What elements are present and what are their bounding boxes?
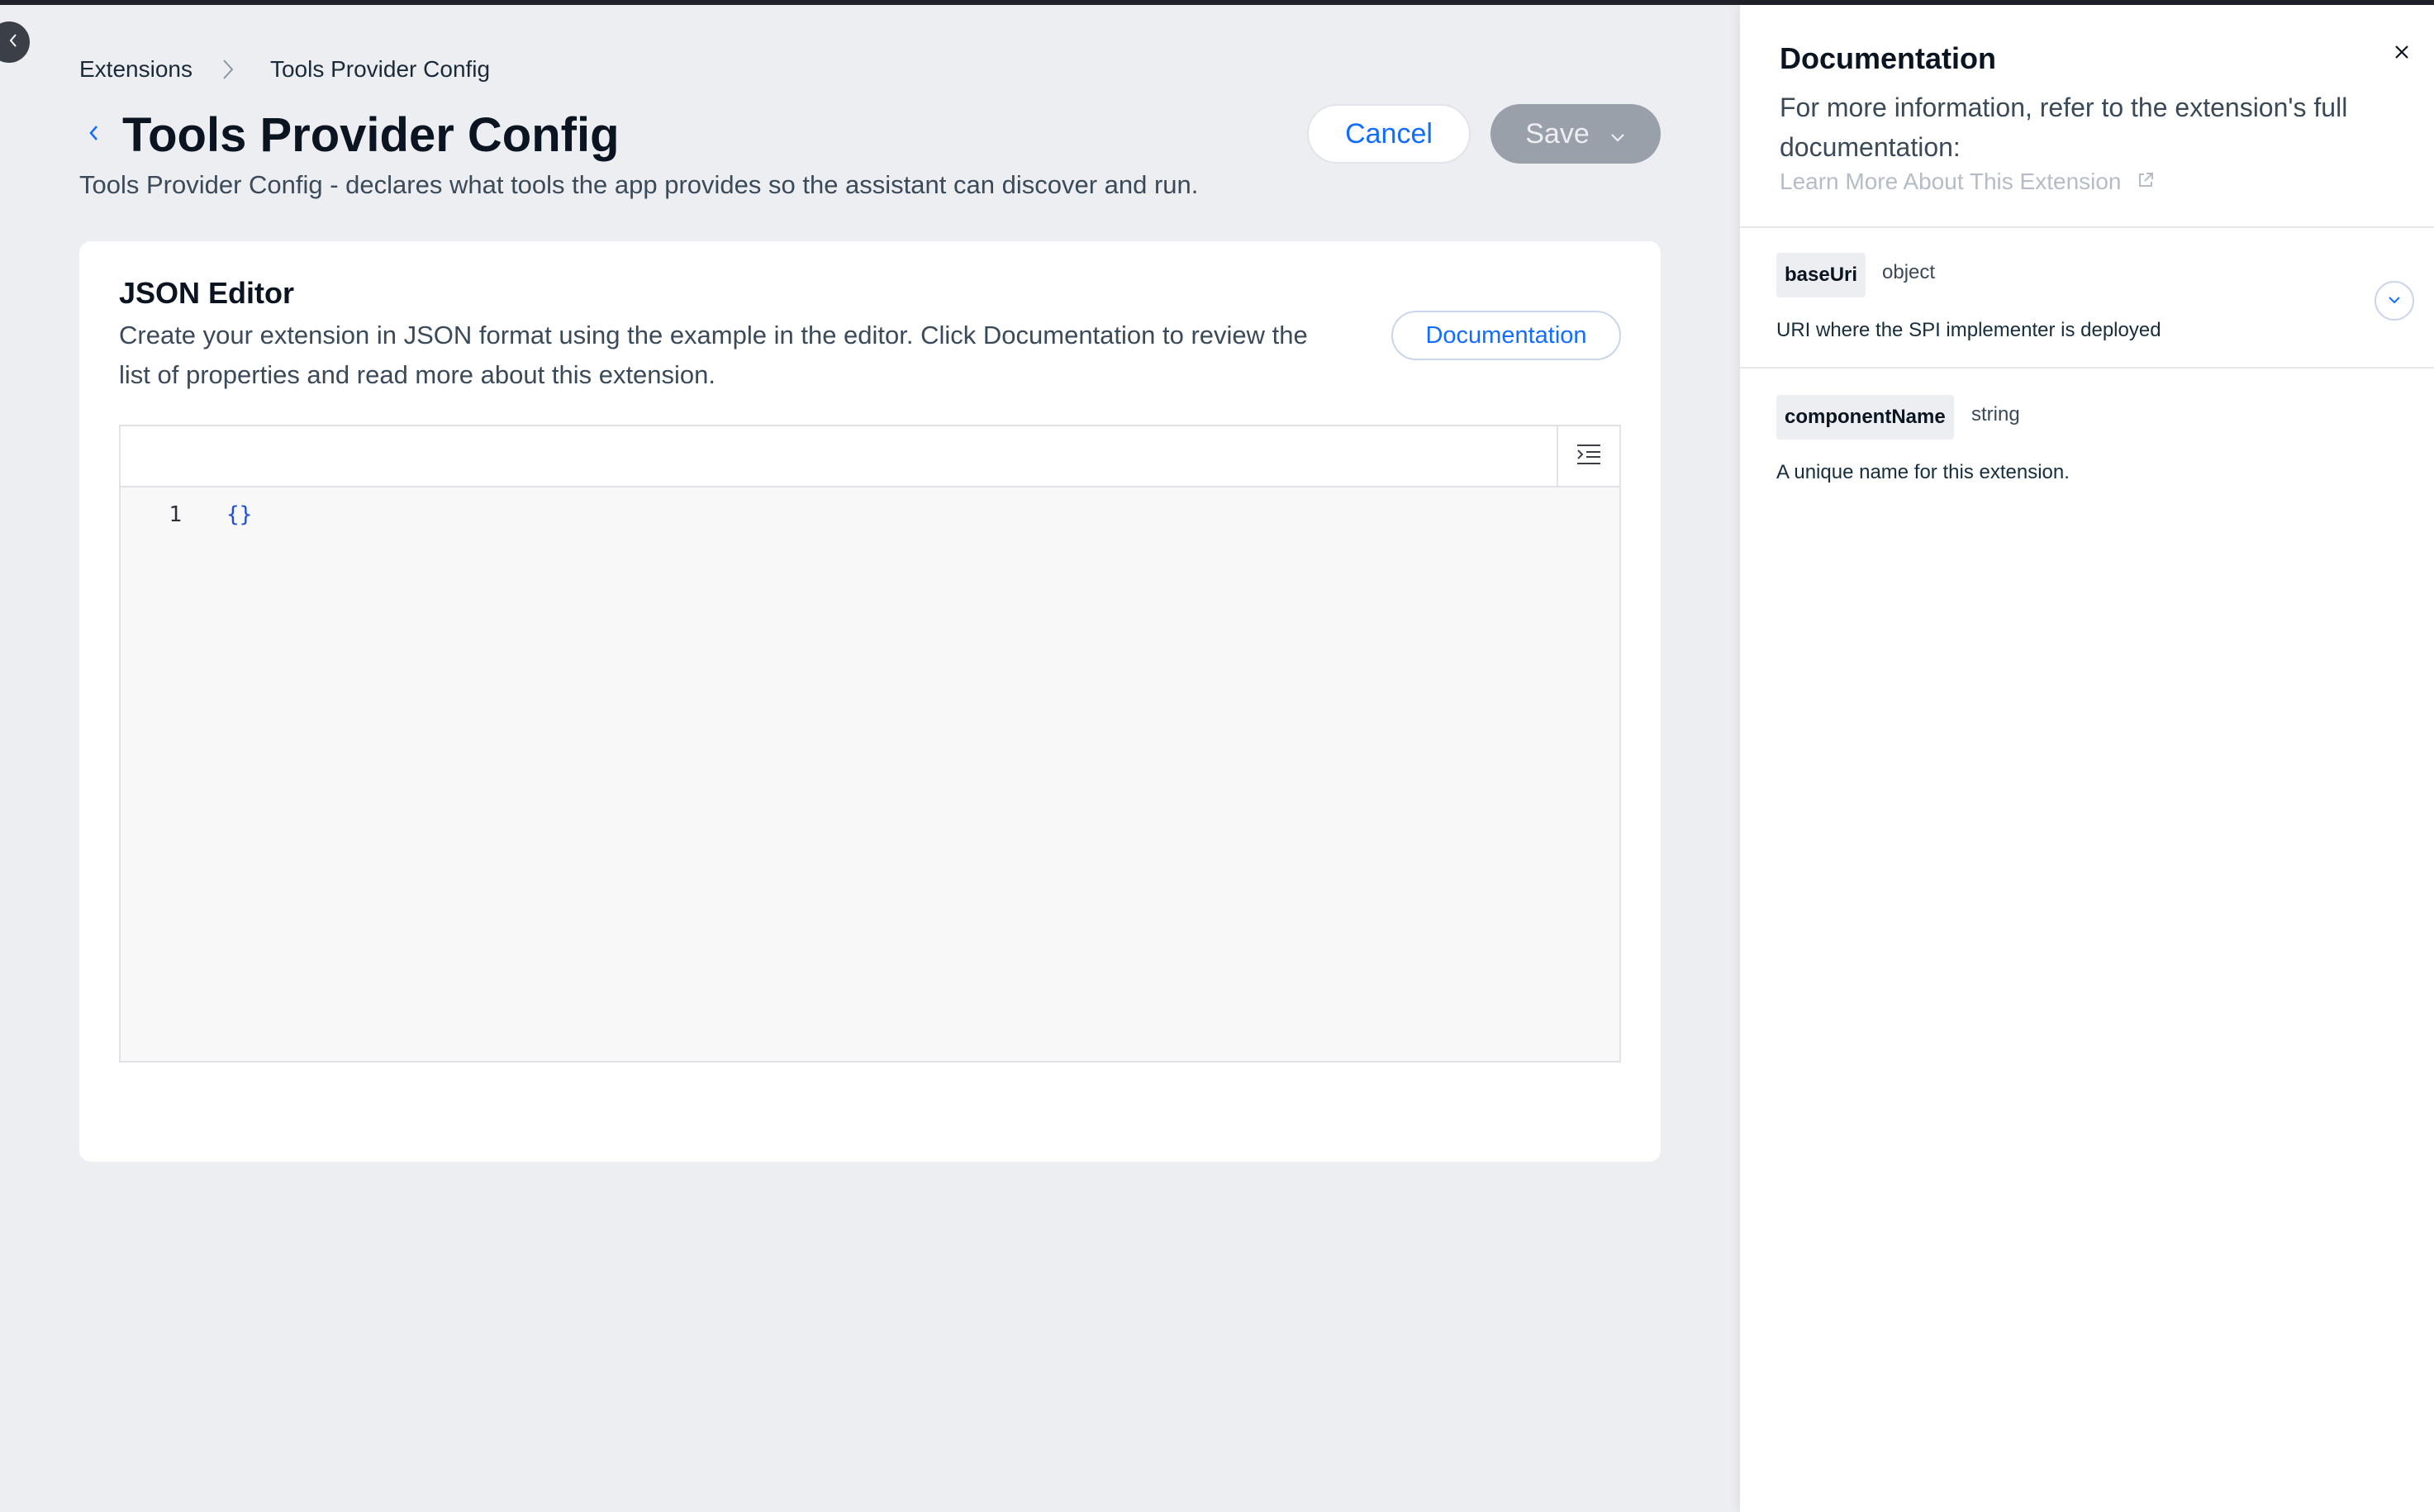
card-description: Create your extension in JSON format usi… [119, 321, 1308, 389]
breadcrumb-item-extensions[interactable]: Extensions [79, 56, 193, 83]
format-icon [1576, 442, 1602, 471]
save-button[interactable]: Save [1490, 104, 1661, 164]
panel-intro: For more information, refer to the exten… [1780, 93, 2348, 162]
panel-title: Documentation [1780, 41, 1997, 75]
back-chevron-icon[interactable] [84, 121, 102, 145]
chevron-left-icon [0, 32, 19, 53]
panel-divider [1740, 226, 2434, 228]
property-description: URI where the SPI implementer is deploye… [1776, 319, 2161, 341]
documentation-button-label: Documentation [1425, 321, 1587, 349]
learn-more-link[interactable]: Learn More About This Extension [1780, 169, 2155, 195]
external-link-icon [2137, 169, 2155, 195]
chevron-right-icon [222, 59, 234, 80]
breadcrumb: Extensions Tools Provider Config [79, 56, 490, 83]
cancel-button[interactable]: Cancel [1307, 104, 1471, 164]
main-content: Extensions Tools Provider Config Tools P… [0, 5, 1740, 1512]
panel-divider [1740, 367, 2434, 368]
expand-property-button[interactable] [2375, 281, 2414, 321]
learn-more-link-label: Learn More About This Extension [1780, 169, 2122, 194]
documentation-button[interactable]: Documentation [1391, 311, 1621, 360]
property-name: baseUri [1776, 253, 1866, 297]
page-subtitle: Tools Provider Config - declares what to… [79, 170, 1199, 199]
card-title: JSON Editor [119, 276, 295, 310]
property-name: componentName [1776, 395, 1954, 440]
page-title: Tools Provider Config [122, 108, 620, 162]
json-editor[interactable]: 1 {} [119, 425, 1621, 1063]
code-text: {} [226, 502, 253, 527]
line-number: 1 [169, 502, 182, 527]
save-button-label: Save [1525, 117, 1590, 150]
chevron-down-icon [1609, 118, 1626, 150]
code-line[interactable]: 1 {} [121, 502, 252, 527]
documentation-panel: Documentation For more information, refe… [1740, 5, 2434, 1512]
property-description: A unique name for this extension. [1776, 461, 2070, 483]
close-icon [2394, 45, 2409, 64]
cancel-button-label: Cancel [1345, 117, 1433, 150]
property-type: string [1971, 403, 2020, 426]
chevron-down-icon [2388, 293, 2401, 308]
breadcrumb-item-current: Tools Provider Config [269, 56, 491, 82]
close-button[interactable] [2389, 41, 2414, 66]
json-editor-card: JSON Editor Create your extension in JSO… [79, 241, 1661, 1162]
property-type: object [1882, 261, 1936, 283]
editor-toolbar [121, 426, 1619, 487]
format-button[interactable] [1557, 426, 1619, 486]
